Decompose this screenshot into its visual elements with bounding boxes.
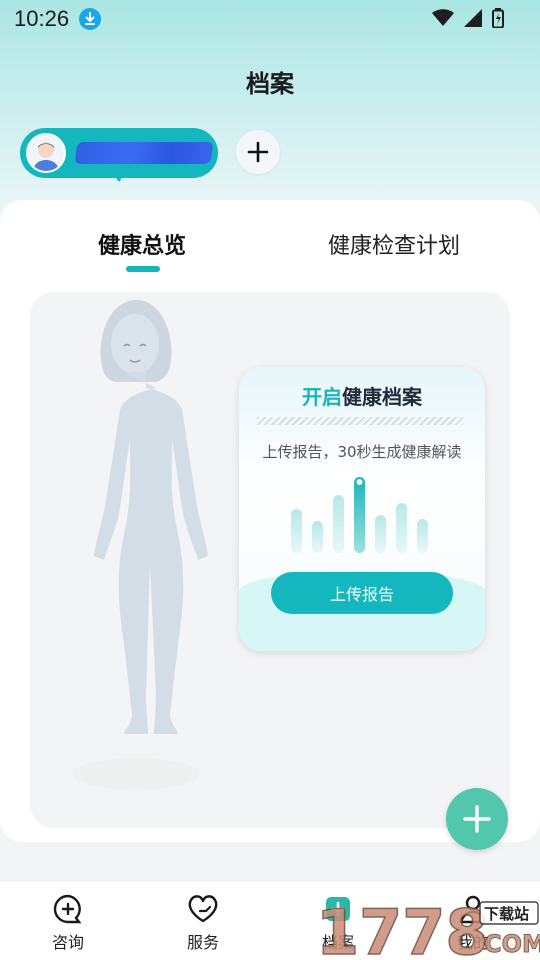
- person-icon: [459, 895, 487, 924]
- status-icons: [432, 8, 504, 28]
- add-profile-button[interactable]: [236, 130, 280, 174]
- bottom-nav: 咨询 服务 档案 我的: [0, 880, 540, 960]
- add-fab-button[interactable]: [446, 788, 508, 850]
- nav-item-service[interactable]: 服务: [158, 893, 248, 953]
- active-tab-indicator: [126, 266, 160, 272]
- upload-report-button[interactable]: 上传报告: [271, 572, 453, 614]
- signal-icon: [464, 9, 482, 27]
- nav-label: 服务: [186, 933, 219, 952]
- nav-label: 咨询: [51, 933, 84, 952]
- battery-icon: [492, 8, 504, 28]
- nav-item-records[interactable]: 档案: [293, 893, 383, 953]
- plus-icon: [463, 805, 491, 833]
- page-title: 档案: [246, 70, 294, 98]
- status-time: 10:26: [14, 6, 70, 31]
- nav-label: 我的: [456, 933, 489, 952]
- folder-icon: [326, 897, 350, 921]
- card-subtitle: 上传报告，30秒生成健康解读: [262, 443, 462, 461]
- card-title-highlight: 开启: [302, 385, 342, 409]
- nav-item-consult[interactable]: 咨询: [23, 893, 113, 953]
- tab-health-check-plan[interactable]: 健康检查计划: [328, 228, 460, 260]
- card-title-rest: 健康档案: [342, 385, 422, 409]
- redacted-name: [74, 142, 214, 164]
- wifi-icon: [432, 9, 454, 26]
- heart-hands-icon: [188, 895, 218, 923]
- chat-plus-icon: [53, 894, 82, 924]
- avatar: [26, 133, 66, 173]
- bar-decoration: [291, 477, 428, 553]
- download-icon: [79, 8, 102, 30]
- stripe-divider: [257, 417, 463, 425]
- profile-selector[interactable]: [20, 128, 218, 178]
- nav-item-mine[interactable]: 我的: [428, 893, 518, 953]
- health-record-card: 开启健康档案 上传报告，30秒生成健康解读 上传报告: [239, 367, 485, 651]
- body-figure: [72, 300, 208, 790]
- nav-label: 档案: [321, 933, 354, 952]
- card-title: 开启健康档案: [239, 381, 485, 410]
- tab-health-overview[interactable]: 健康总览: [98, 228, 186, 260]
- plus-icon: [247, 141, 269, 163]
